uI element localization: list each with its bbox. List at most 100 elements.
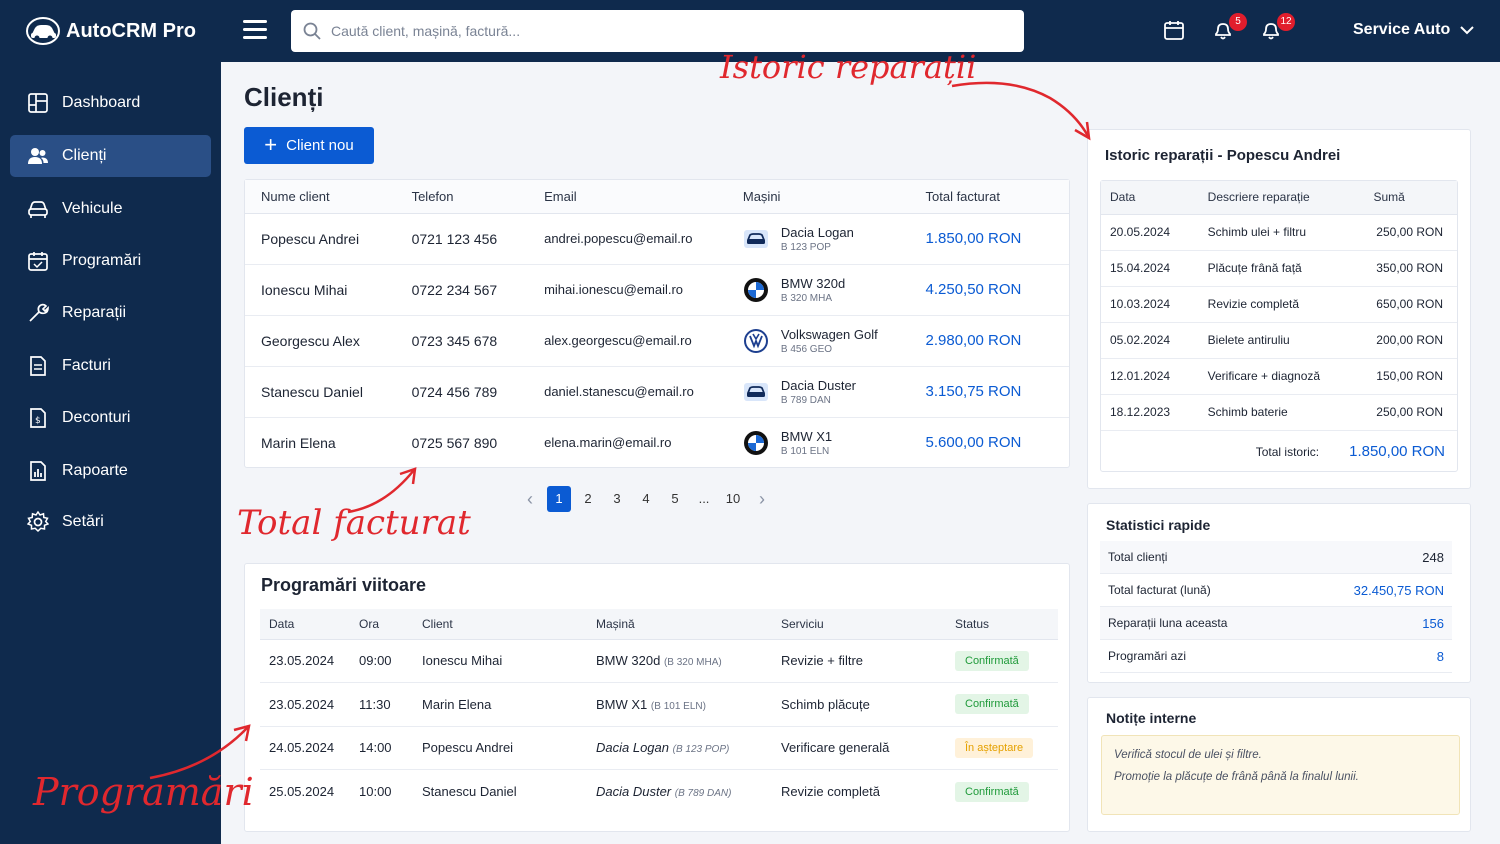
search-input[interactable] [331, 23, 981, 39]
sidebar-item-facturi[interactable]: Facturi [10, 345, 211, 387]
table-row[interactable]: 20.05.2024 Schimb ulei + filtru 250,00 RON [1101, 214, 1457, 251]
table-row[interactable]: 12.01.2024 Verificare + diagnoză 150,00 RO… [1101, 358, 1457, 395]
client-phone: 0724 456 789 [395, 366, 529, 418]
stat-label: Total facturat (lună) [1108, 583, 1211, 597]
client-phone: 0721 123 456 [395, 213, 529, 265]
calendar-icon[interactable] [1163, 19, 1187, 43]
sidebar-item-setari[interactable]: Setări [10, 501, 211, 543]
sidebar-item-dashboard[interactable]: Dashboard [10, 82, 211, 124]
column-header[interactable]: Serviciu [772, 609, 946, 640]
sidebar-item-programari[interactable]: Programări [10, 240, 211, 282]
client-total-value[interactable]: 1.850,00 RON [926, 230, 1022, 247]
sidebar-item-label: Rapoarte [62, 462, 128, 479]
table-row[interactable]: 25.05.2024 10:00 Stanescu Daniel Dacia Dust… [260, 770, 1058, 814]
add-client-button[interactable]: + Client nou [244, 127, 374, 164]
appointment-car-model: Dacia Logan [596, 740, 669, 756]
history-total: Total istoric: 1.850,00 RON [1256, 443, 1445, 460]
table-row[interactable]: 05.02.2024 Bielete antiruliu 200,00 RON [1101, 322, 1457, 359]
table-row[interactable]: Stanescu Daniel 0724 456 789 daniel.stanes… [245, 366, 1069, 418]
notes-card: Notițe interne Verifică stocul de ulei ș… [1087, 697, 1471, 832]
sidebar-item-clienti[interactable]: Clienți [10, 135, 211, 177]
appointment-car-model: Dacia Duster [596, 784, 672, 799]
history-date: 18.12.2023 [1101, 394, 1199, 431]
add-client-label: Client nou [286, 137, 354, 154]
appointment-service: Verificare generală [772, 726, 946, 770]
appointments-card: Programări viitoare Data Ora Client Mași… [244, 563, 1070, 832]
sidebar-item-reparatii[interactable]: Reparații [10, 292, 211, 334]
table-row[interactable]: Georgescu Alex 0723 345 678 alex.georgescu… [245, 315, 1069, 367]
appointment-client: Stanescu Daniel [422, 784, 517, 799]
alerts-bell-icon[interactable]: 12 [1260, 13, 1295, 43]
wrench-icon [29, 303, 49, 322]
history-description: Schimb baterie [1198, 394, 1358, 431]
appointment-client: Ionescu Mihai [413, 639, 587, 683]
table-row[interactable]: 18.12.2023 Schimb baterie 250,00 RON [1101, 394, 1457, 431]
sidebar-item-rapoarte[interactable]: Rapoarte [10, 450, 211, 492]
note-line: Verifică stocul de ulei și filtre. [1114, 749, 1262, 761]
annotation-arrow-total [347, 467, 417, 514]
client-total-value[interactable]: 4.250,50 RON [926, 281, 1022, 298]
column-header[interactable]: Data [1101, 181, 1199, 215]
table-row[interactable]: 10.03.2024 Revizie completă 650,00 RON [1101, 286, 1457, 323]
client-total-value[interactable]: 2.980,00 RON [926, 332, 1022, 349]
column-header[interactable]: Descriere reparație [1198, 181, 1358, 215]
column-header[interactable]: Email [528, 180, 727, 214]
column-header[interactable]: Client [413, 609, 587, 640]
pagination-page[interactable]: 3 [605, 486, 629, 512]
appointment-status: Confirmată [946, 682, 1058, 727]
pagination-page[interactable]: 4 [634, 486, 658, 512]
pagination-page[interactable]: 2 [576, 486, 600, 512]
notes-text-area[interactable]: Verifică stocul de ulei și filtre. Promo… [1101, 735, 1460, 815]
column-header[interactable]: Mașină [587, 609, 772, 640]
column-header[interactable]: Mașini [726, 180, 910, 214]
column-header[interactable]: Total facturat [909, 180, 1069, 214]
pagination-page[interactable]: 5 [663, 486, 687, 512]
column-header[interactable]: Telefon [395, 180, 529, 214]
client-total-value[interactable]: 3.150,75 RON [926, 383, 1022, 400]
table-row[interactable]: 23.05.2024 09:00 Ionescu Mihai BMW 320d (B … [260, 639, 1058, 683]
appointment-time: 10:00 [359, 784, 392, 799]
sidebar-item-label: Deconturi [62, 409, 131, 426]
table-row[interactable]: 23.05.2024 11:30 Marin Elena BMW X1 (B 101 … [260, 682, 1058, 727]
history-date: 15.04.2024 [1101, 250, 1199, 287]
menu-toggle-button[interactable] [243, 20, 267, 40]
appointment-car-plate: (B 101 ELN) [650, 700, 706, 712]
appointment-service: Schimb plăcuțe [772, 682, 946, 727]
sidebar-item-deconturi[interactable]: $ Deconturi [10, 397, 211, 439]
search-bar[interactable] [291, 10, 1024, 52]
history-date: 10.03.2024 [1101, 286, 1199, 323]
stat-row: Total facturat (lună) 32.450,75 RON [1100, 574, 1452, 607]
sidebar-item-vehicule[interactable]: Vehicule [10, 188, 211, 230]
appointment-car-plate: (B 320 MHA) [663, 657, 722, 669]
column-header[interactable]: Ora [350, 609, 413, 640]
pagination-page[interactable]: 10 [721, 486, 745, 512]
pagination-page[interactable]: 1 [547, 486, 571, 512]
car-plate: B 320 MHA [780, 292, 833, 304]
car-model: BMW X1 [780, 428, 833, 444]
column-header[interactable]: Data [260, 609, 350, 640]
notifications-bell-icon[interactable]: 5 [1212, 13, 1247, 43]
column-header[interactable]: Nume client [245, 180, 396, 214]
car-model: BMW 320d [780, 275, 846, 291]
app-logo[interactable]: AutoCRM Pro [26, 16, 196, 46]
table-row[interactable]: 24.05.2024 14:00 Popescu Andrei Dacia Logan… [260, 726, 1058, 770]
page-title: Clienți [244, 82, 324, 112]
pagination-next-button[interactable]: › [750, 486, 774, 512]
table-row[interactable]: Popescu Andrei 0721 123 456 andrei.popescu… [245, 213, 1069, 265]
table-row[interactable]: Marin Elena 0725 567 890 elena.marin@email… [245, 417, 1069, 468]
client-car: BMW 320d B 320 MHA [726, 264, 910, 316]
pagination-prev-button[interactable]: ‹ [518, 486, 542, 512]
column-header[interactable]: Sumă [1357, 181, 1457, 215]
status-badge: În așteptare [955, 737, 1034, 758]
table-row[interactable]: Ionescu Mihai 0722 234 567 mihai.ionescu@e… [245, 264, 1069, 316]
client-phone: 0723 345 678 [395, 315, 529, 367]
column-header[interactable]: Status [946, 609, 1058, 640]
table-row[interactable]: 15.04.2024 Plăcuțe frână față 350,00 RON [1101, 250, 1457, 287]
history-date: 05.02.2024 [1101, 322, 1199, 359]
history-description: Plăcuțe frână față [1198, 250, 1358, 287]
history-sum: 250,00 RON [1357, 214, 1457, 251]
client-total-value[interactable]: 5.600,00 RON [926, 434, 1022, 451]
car-plate: B 456 GEO [780, 343, 833, 355]
table-header-row: Nume client Telefon Email Mașini Total f… [245, 180, 1069, 214]
account-menu[interactable]: Service Auto [1353, 21, 1474, 39]
